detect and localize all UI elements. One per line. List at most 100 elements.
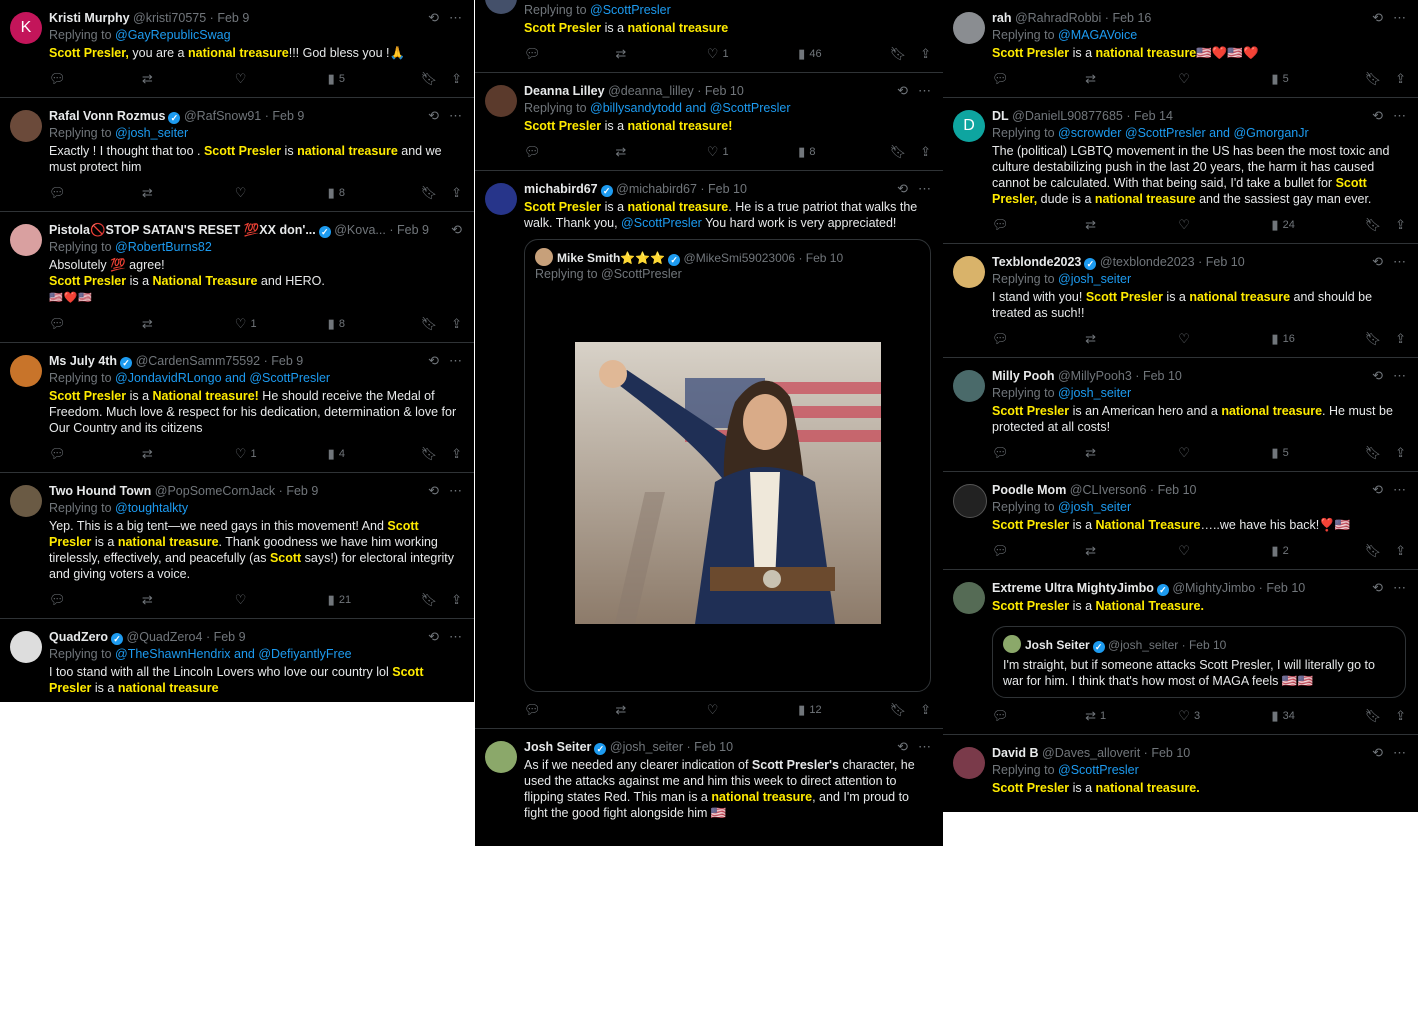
share-icon[interactable]: ⇪ bbox=[1395, 71, 1406, 87]
bookmark-icon[interactable]: 🔖︎ bbox=[1365, 331, 1382, 347]
more-icon[interactable]: ⋯ bbox=[1393, 108, 1406, 124]
mention-link[interactable]: @ScottPresler bbox=[621, 216, 702, 230]
reply-handle[interactable]: @toughtalkty bbox=[115, 501, 188, 515]
like-button[interactable]: ♡ bbox=[1178, 217, 1218, 233]
author-name[interactable]: Josh Seiter bbox=[524, 740, 591, 754]
share-icon[interactable]: ⇪ bbox=[1395, 331, 1406, 347]
share-icon[interactable]: ⇪ bbox=[451, 71, 462, 87]
avatar[interactable] bbox=[10, 631, 42, 663]
avatar[interactable] bbox=[485, 0, 517, 14]
tweet-date[interactable]: Feb 9 bbox=[271, 354, 303, 368]
repost-button[interactable]: ⇄ 1 bbox=[1085, 708, 1125, 724]
repost-button[interactable]: ⇄ bbox=[142, 71, 182, 87]
tweet[interactable]: ⟲ ⋯ QuadZero ✓ @QuadZero4 · Feb 9 Replying… bbox=[0, 619, 474, 702]
views-button[interactable]: ▮ 4 bbox=[328, 446, 368, 462]
repost-button[interactable]: ⇄ bbox=[142, 592, 182, 608]
more-icon[interactable]: ⋯ bbox=[918, 739, 931, 755]
bookmark-icon[interactable]: 🔖︎ bbox=[1365, 543, 1382, 559]
more-icon[interactable]: ⋯ bbox=[1393, 368, 1406, 384]
tweet[interactable]: D ⟲ ⋯ DL @DanielL90877685 · Feb 14 Replyi… bbox=[943, 98, 1418, 244]
grok-icon[interactable]: ⟲ bbox=[1372, 482, 1383, 498]
avatar[interactable] bbox=[953, 12, 985, 44]
bookmark-icon[interactable]: 🔖︎ bbox=[421, 316, 438, 332]
bookmark-icon[interactable]: 🔖︎ bbox=[890, 46, 907, 62]
reply-button[interactable]: 💬︎ bbox=[49, 185, 89, 201]
tweet-date[interactable]: Feb 16 bbox=[1112, 11, 1151, 25]
reply-button[interactable]: 💬︎ bbox=[524, 144, 564, 160]
avatar[interactable] bbox=[953, 256, 985, 288]
views-button[interactable]: ▮ 34 bbox=[1271, 708, 1311, 724]
reply-handle[interactable]: @scrowder @ScottPresler and @GmorganJr bbox=[1058, 126, 1309, 140]
grok-icon[interactable]: ⟲ bbox=[1372, 580, 1383, 596]
views-button[interactable]: ▮ 2 bbox=[1271, 543, 1311, 559]
grok-icon[interactable]: ⟲ bbox=[897, 739, 908, 755]
tweet[interactable]: ⟲ ⋯ Rafal Vonn Rozmus ✓ @RafSnow91 · Feb 9… bbox=[0, 98, 474, 212]
avatar[interactable] bbox=[10, 110, 42, 142]
tweet[interactable]: ⟲ ⋯ Deanna Lilley @deanna_lilley · Feb 10… bbox=[475, 73, 943, 171]
avatar[interactable] bbox=[953, 370, 985, 402]
more-icon[interactable]: ⋯ bbox=[1393, 254, 1406, 270]
author-name[interactable]: Deanna Lilley bbox=[524, 84, 605, 98]
more-icon[interactable]: ⋯ bbox=[1393, 482, 1406, 498]
reply-button[interactable]: 💬︎ bbox=[992, 708, 1032, 724]
more-icon[interactable]: ⋯ bbox=[449, 483, 462, 499]
author-handle[interactable]: @kristi70575 bbox=[133, 11, 206, 25]
avatar[interactable] bbox=[10, 485, 42, 517]
reply-button[interactable]: 💬︎ bbox=[49, 446, 89, 462]
tweet-date[interactable]: Feb 10 bbox=[1143, 369, 1182, 383]
grok-icon[interactable]: ⟲ bbox=[1372, 254, 1383, 270]
bookmark-icon[interactable]: 🔖︎ bbox=[421, 185, 438, 201]
like-button[interactable]: ♡ bbox=[1178, 543, 1218, 559]
reply-handle[interactable]: @JondavidRLongo and @ScottPresler bbox=[115, 371, 330, 385]
more-icon[interactable]: ⋯ bbox=[918, 83, 931, 99]
author-handle[interactable]: @QuadZero4 bbox=[127, 630, 203, 644]
reply-button[interactable]: 💬︎ bbox=[992, 217, 1032, 233]
bookmark-icon[interactable]: 🔖︎ bbox=[1365, 445, 1382, 461]
author-name[interactable]: Rafal Vonn Rozmus bbox=[49, 109, 165, 123]
like-button[interactable]: ♡ bbox=[235, 592, 275, 608]
share-icon[interactable]: ⇪ bbox=[451, 185, 462, 201]
bookmark-icon[interactable]: 🔖︎ bbox=[421, 71, 438, 87]
reply-handle[interactable]: @ScottPresler bbox=[590, 3, 671, 17]
author-handle[interactable]: @Daves_alloverit bbox=[1042, 746, 1140, 760]
author-handle[interactable]: @michabird67 bbox=[616, 182, 697, 196]
share-icon[interactable]: ⇪ bbox=[1395, 708, 1406, 724]
share-icon[interactable]: ⇪ bbox=[920, 702, 931, 718]
tweet[interactable]: ⟲ ⋯ Poodle Mom @CLIverson6 · Feb 10 Reply… bbox=[943, 472, 1418, 570]
like-button[interactable]: ♡ bbox=[235, 185, 275, 201]
like-button[interactable]: ♡ bbox=[707, 702, 747, 718]
like-button[interactable]: ♡ 1 bbox=[235, 446, 275, 462]
tweet[interactable]: ⟲ ⋯ Josh Seiter ✓ @josh_seiter · Feb 10 As… bbox=[475, 729, 943, 827]
quoted-tweet[interactable]: Josh Seiter ✓ @josh_seiter · Feb 10 I'm s… bbox=[992, 626, 1406, 698]
author-handle[interactable]: @MightyJimbo bbox=[1172, 581, 1255, 595]
author-handle[interactable]: @DanielL90877685 bbox=[1012, 109, 1123, 123]
views-button[interactable]: ▮ 21 bbox=[328, 592, 368, 608]
reply-handle[interactable]: @josh_seiter bbox=[115, 126, 188, 140]
views-button[interactable]: ▮ 8 bbox=[328, 185, 368, 201]
avatar[interactable] bbox=[485, 85, 517, 117]
bookmark-icon[interactable]: 🔖︎ bbox=[421, 592, 438, 608]
grok-icon[interactable]: ⟲ bbox=[1372, 108, 1383, 124]
grok-icon[interactable]: ⟲ bbox=[428, 629, 439, 645]
like-button[interactable]: ♡ 3 bbox=[1178, 708, 1218, 724]
views-button[interactable]: ▮ 46 bbox=[798, 46, 838, 62]
author-name[interactable]: Pistola🚫STOP SATAN'S RESET 💯XX don'... bbox=[49, 223, 316, 237]
reply-button[interactable]: 💬︎ bbox=[49, 592, 89, 608]
like-button[interactable]: ♡ 1 bbox=[707, 46, 747, 62]
share-icon[interactable]: ⇪ bbox=[1395, 445, 1406, 461]
avatar[interactable] bbox=[953, 747, 985, 779]
reply-handle[interactable]: @josh_seiter bbox=[1058, 500, 1131, 514]
author-name[interactable]: DL bbox=[992, 109, 1009, 123]
tweet-date[interactable]: Feb 10 bbox=[708, 182, 747, 196]
author-name[interactable]: michabird67 bbox=[524, 182, 598, 196]
author-name[interactable]: Poodle Mom bbox=[992, 483, 1066, 497]
reply-handle[interactable]: @GayRepublicSwag bbox=[115, 28, 231, 42]
patriot-painting-image[interactable] bbox=[574, 342, 881, 624]
author-name[interactable]: Kristi Murphy bbox=[49, 11, 130, 25]
author-name[interactable]: Extreme Ultra MightyJimbo bbox=[992, 581, 1154, 595]
repost-button[interactable]: ⇄ bbox=[1085, 71, 1125, 87]
repost-button[interactable]: ⇄ bbox=[615, 144, 655, 160]
repost-button[interactable]: ⇄ bbox=[142, 446, 182, 462]
avatar[interactable] bbox=[485, 183, 517, 215]
share-icon[interactable]: ⇪ bbox=[451, 316, 462, 332]
